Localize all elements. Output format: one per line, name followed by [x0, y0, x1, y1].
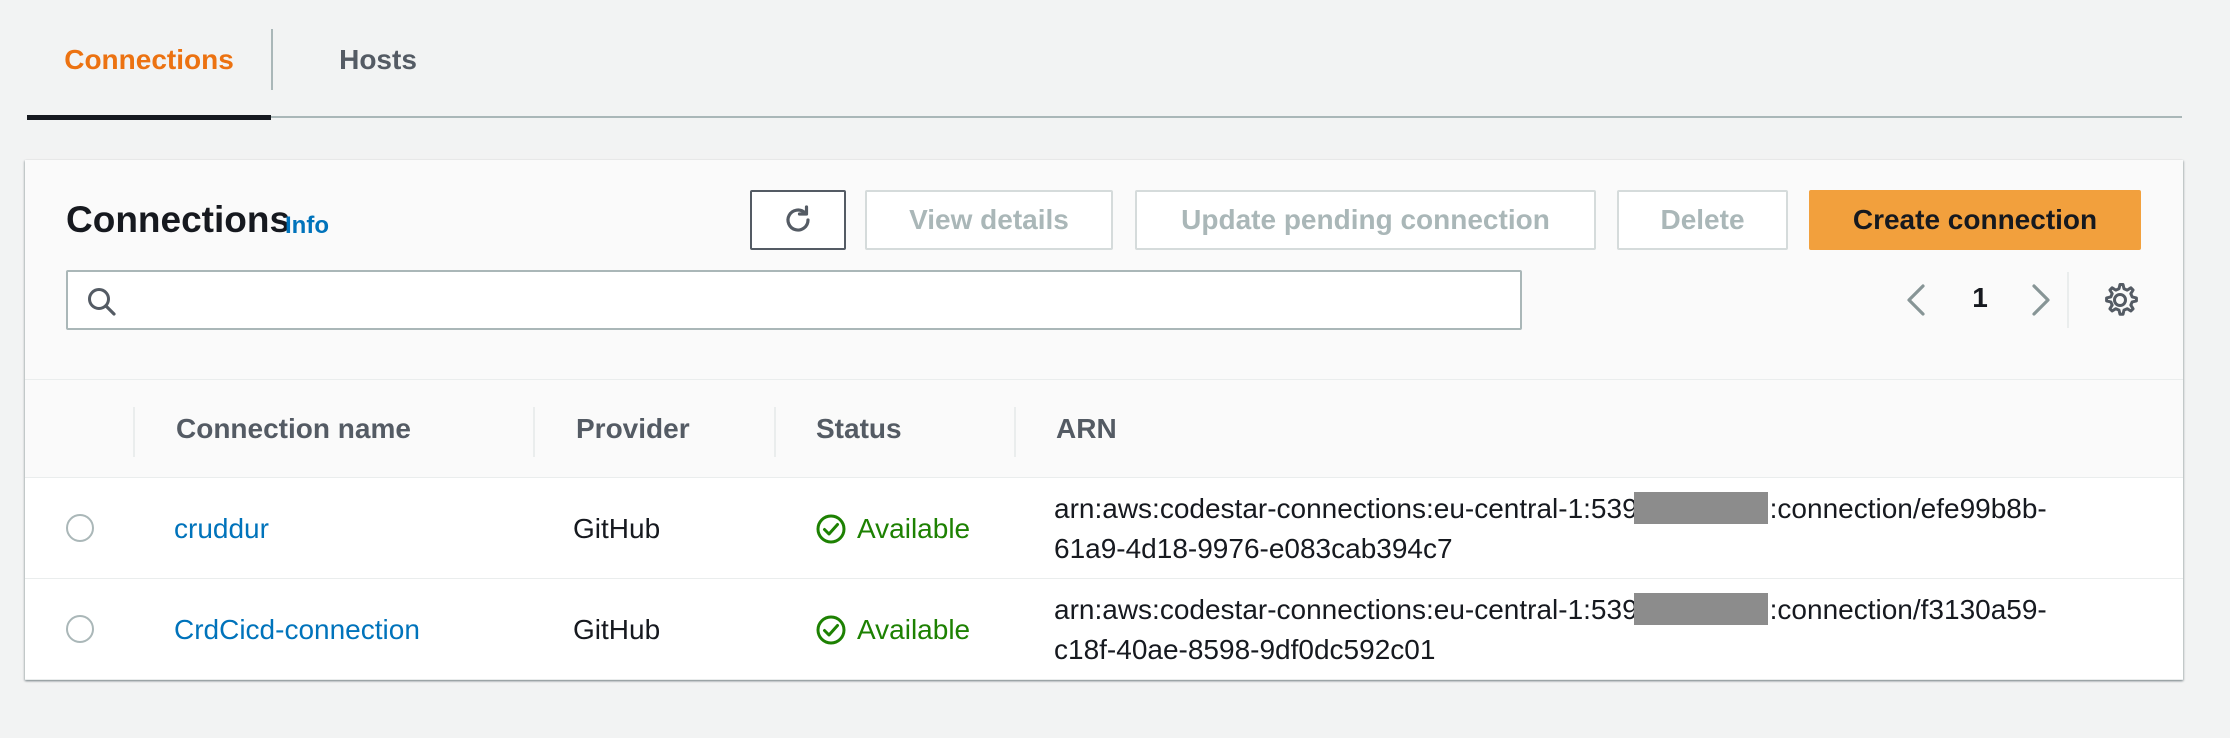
- column-divider: [1014, 407, 1016, 457]
- arn-prefix: arn:aws:codestar-connections:eu-central-…: [1054, 493, 1638, 524]
- pager-divider: [2067, 272, 2069, 328]
- column-divider: [774, 407, 776, 457]
- column-header-connection-name[interactable]: Connection name: [176, 380, 411, 478]
- column-divider: [133, 407, 135, 457]
- info-link[interactable]: Info: [285, 212, 329, 240]
- column-header-arn[interactable]: ARN: [1056, 380, 1117, 478]
- redaction-box: [1633, 492, 1768, 524]
- table-row[interactable]: cruddur GitHub Available arn:aws:codesta…: [25, 479, 2183, 579]
- search-input[interactable]: [136, 280, 1496, 320]
- search-box: [66, 270, 1522, 330]
- refresh-button[interactable]: [750, 190, 846, 250]
- create-connection-button[interactable]: Create connection: [1809, 190, 2141, 250]
- tab-connections[interactable]: Connections: [27, 0, 271, 120]
- arn-line2: c18f-40ae-8598-9df0dc592c01: [1054, 634, 1436, 665]
- redaction-box: [1633, 593, 1768, 625]
- gear-icon[interactable]: [2100, 280, 2140, 320]
- arn-suffix: :connection/efe99b8b-: [1769, 493, 2047, 524]
- arn-line2: 61a9-4d18-9976-e083cab394c7: [1054, 533, 1453, 564]
- delete-button[interactable]: Delete: [1617, 190, 1788, 250]
- provider-cell: GitHub: [573, 513, 661, 544]
- status-cell: Available: [815, 509, 970, 549]
- column-header-status[interactable]: Status: [816, 380, 902, 478]
- check-circle-icon: [816, 615, 846, 645]
- arn-suffix: :connection/f3130a59-: [1769, 594, 2047, 625]
- panel-title: Connections: [66, 199, 291, 240]
- chevron-right-icon[interactable]: [2023, 278, 2059, 322]
- panel-header: Connections Info View details Update pen…: [25, 160, 2183, 380]
- tab-bar: Connections Hosts: [27, 0, 2182, 120]
- view-details-button[interactable]: View details: [865, 190, 1113, 250]
- chevron-left-icon[interactable]: [1898, 278, 1934, 322]
- row-select-radio[interactable]: [66, 615, 94, 643]
- arn-prefix: arn:aws:codestar-connections:eu-central-…: [1054, 594, 1638, 625]
- arn-cell: arn:aws:codestar-connections:eu-central-…: [1054, 590, 2114, 670]
- search-icon: [88, 288, 116, 316]
- connection-name-link[interactable]: CrdCicd-connection: [174, 610, 420, 650]
- arn-cell: arn:aws:codestar-connections:eu-central-…: [1054, 489, 2114, 569]
- status-text: Available: [857, 614, 971, 645]
- table-header: Connection name Provider Status ARN: [25, 380, 2183, 478]
- status-text: Available: [857, 513, 971, 544]
- update-pending-connection-button[interactable]: Update pending connection: [1135, 190, 1596, 250]
- connections-panel: Connections Info View details Update pen…: [25, 160, 2183, 680]
- status-cell: Available: [815, 610, 970, 650]
- column-divider: [533, 407, 535, 457]
- row-select-radio[interactable]: [66, 514, 94, 542]
- current-page[interactable]: 1: [1965, 282, 1995, 314]
- tab-hosts[interactable]: Hosts: [273, 0, 483, 118]
- column-header-provider[interactable]: Provider: [576, 380, 690, 478]
- check-circle-icon: [816, 514, 846, 544]
- refresh-icon: [786, 205, 810, 232]
- table-row[interactable]: CrdCicd-connection GitHub Available arn:…: [25, 580, 2183, 680]
- connection-name-link[interactable]: cruddur: [174, 509, 269, 549]
- provider-cell: GitHub: [573, 614, 661, 645]
